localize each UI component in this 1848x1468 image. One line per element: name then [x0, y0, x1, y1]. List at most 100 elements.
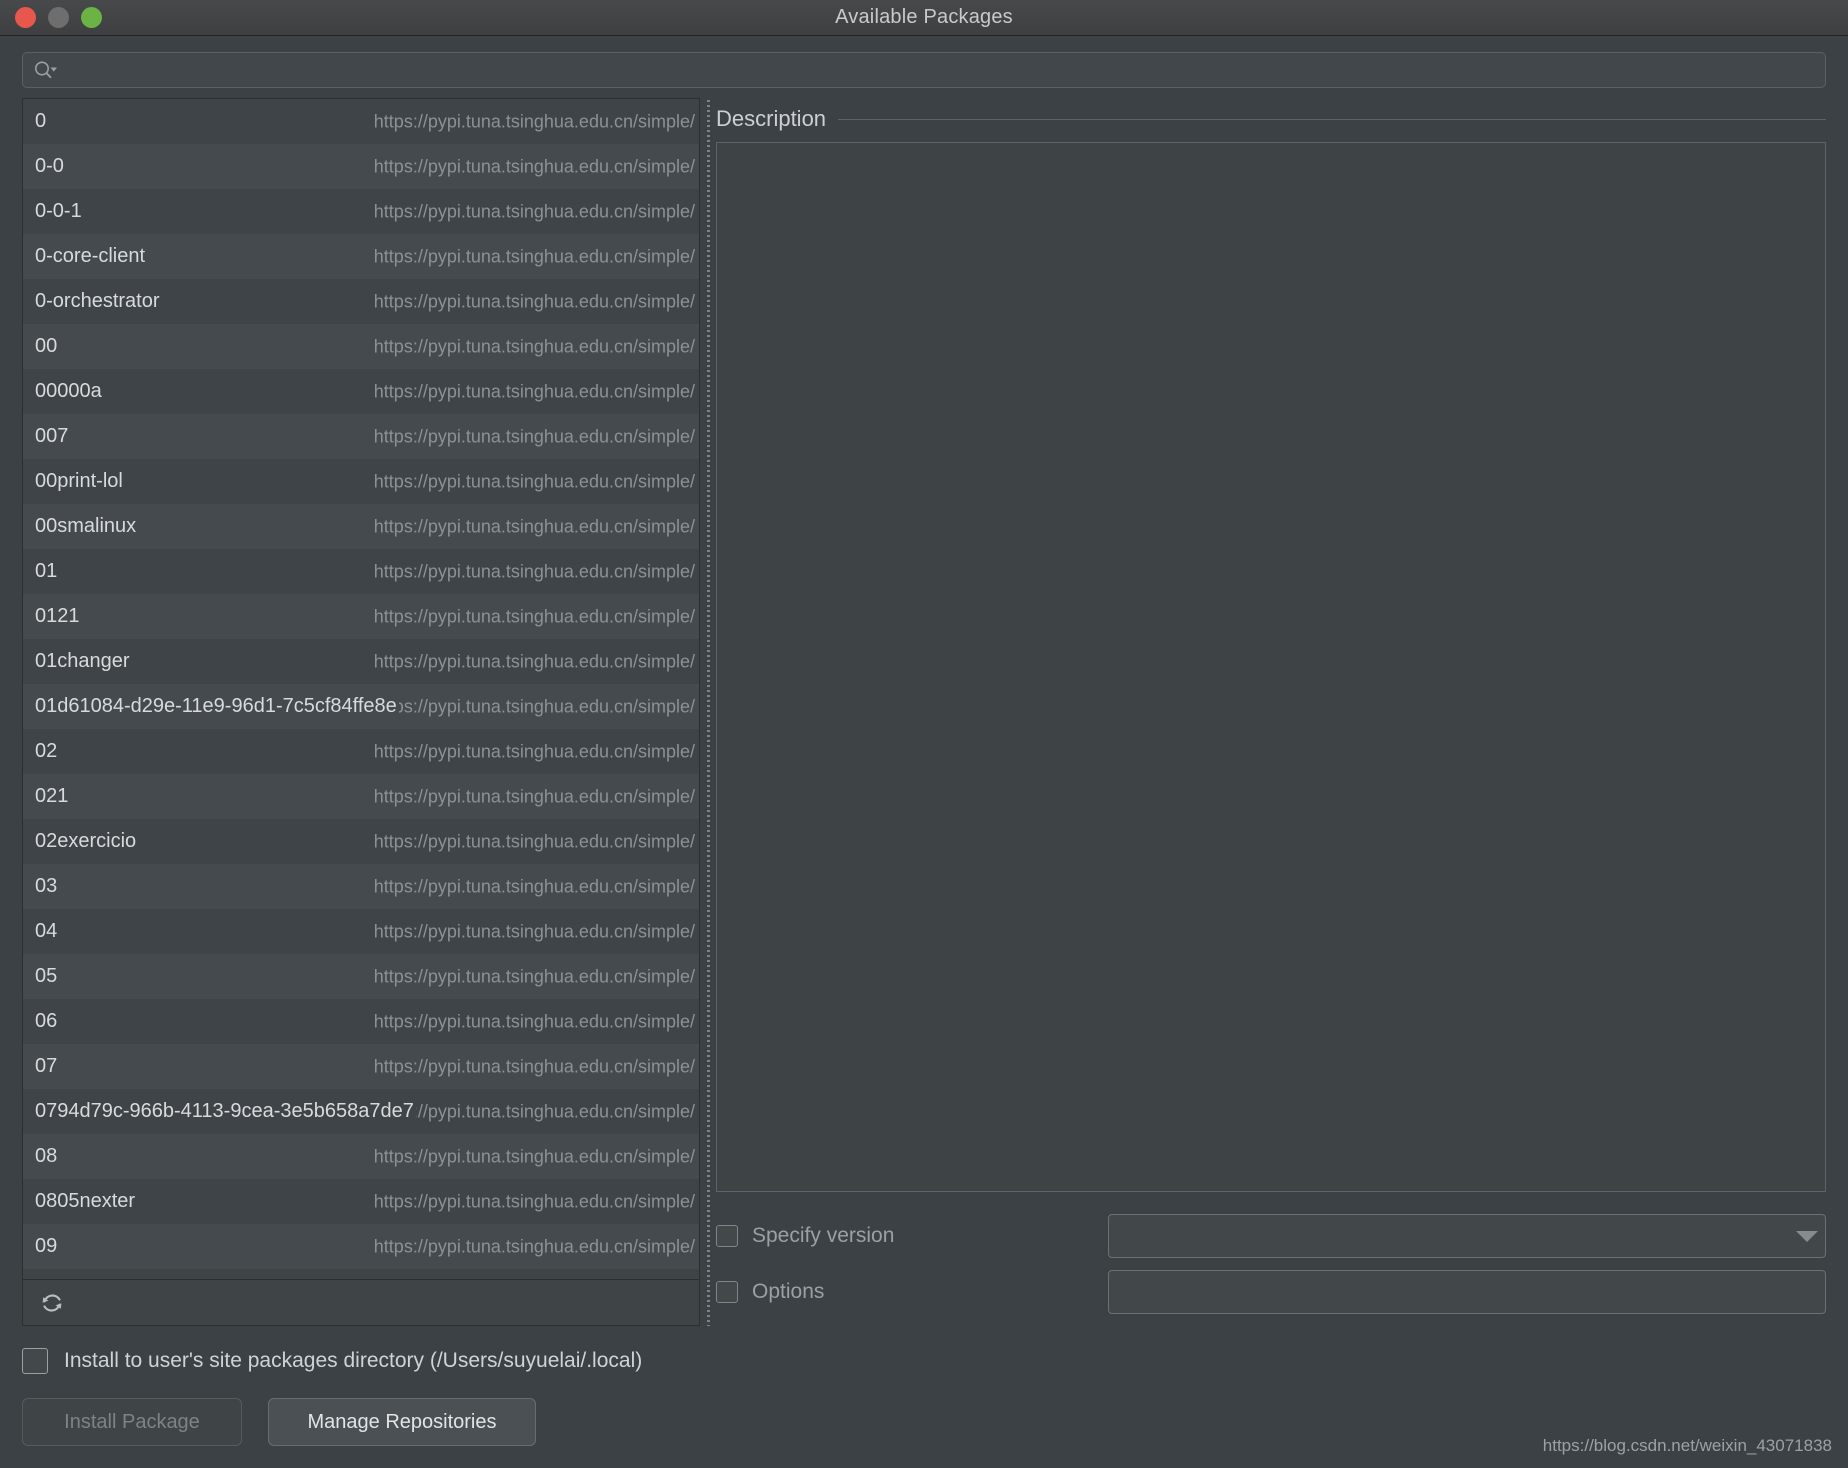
- package-name: 05: [35, 965, 60, 988]
- package-list-item[interactable]: https://pypi.tuna.tsinghua.edu.cn/simple…: [23, 1224, 699, 1269]
- package-list-item[interactable]: https://pypi.tuna.tsinghua.edu.cn/simple…: [23, 324, 699, 369]
- package-list-item[interactable]: https://pypi.tuna.tsinghua.edu.cn/simple…: [23, 594, 699, 639]
- specify-version-checkbox[interactable]: [716, 1225, 738, 1247]
- package-repository-url: https://pypi.tuna.tsinghua.edu.cn/simple…: [373, 1191, 695, 1211]
- pane-splitter[interactable]: [700, 98, 716, 1326]
- options-input[interactable]: [1109, 1282, 1825, 1302]
- user-site-label: Install to user's site packages director…: [64, 1349, 643, 1372]
- package-list-item[interactable]: https://pypi.tuna.tsinghua.edu.cn/simple…: [23, 504, 699, 549]
- package-list-item[interactable]: https://pypi.tuna.tsinghua.edu.cn/simple…: [23, 774, 699, 819]
- search-box[interactable]: [22, 52, 1826, 88]
- package-list-item[interactable]: https://pypi.tuna.tsinghua.edu.cn/simple…: [23, 999, 699, 1044]
- search-icon[interactable]: [33, 59, 59, 81]
- package-repository-url: https://pypi.tuna.tsinghua.edu.cn/simple…: [373, 1146, 695, 1166]
- install-package-button[interactable]: Install Package: [22, 1398, 242, 1446]
- package-name: 0-0-1: [35, 200, 84, 223]
- refresh-icon[interactable]: [39, 1290, 65, 1316]
- description-pane: Description Specify version Options: [716, 98, 1826, 1326]
- package-name: 03: [35, 875, 60, 898]
- user-site-checkbox[interactable]: [22, 1348, 48, 1374]
- package-list-item[interactable]: https://pypi.tuna.tsinghua.edu.cn/simple…: [23, 279, 699, 324]
- package-name: 02exercicio: [35, 830, 139, 853]
- options-row: Options: [716, 1264, 1826, 1320]
- package-name: 00print-lol: [35, 470, 125, 493]
- package-name: 01d61084-d29e-11e9-96d1-7c5cf84ffe8e: [35, 695, 399, 718]
- package-list-item[interactable]: https://pypi.tuna.tsinghua.edu.cn/simple…: [23, 234, 699, 279]
- options-field[interactable]: [1108, 1270, 1826, 1314]
- package-list-item[interactable]: https://pypi.tuna.tsinghua.edu.cn/simple…: [23, 819, 699, 864]
- package-name: 007: [35, 425, 71, 448]
- package-name: 00000a: [35, 380, 104, 403]
- options-checkbox[interactable]: [716, 1281, 738, 1303]
- package-name: 06: [35, 1010, 60, 1033]
- package-repository-url: https://pypi.tuna.tsinghua.edu.cn/simple…: [373, 696, 695, 716]
- package-list-footer: [22, 1280, 700, 1326]
- package-repository-url: https://pypi.tuna.tsinghua.edu.cn/simple…: [373, 156, 695, 176]
- package-name: 0121: [35, 605, 82, 628]
- package-repository-url: https://pypi.tuna.tsinghua.edu.cn/simple…: [373, 1236, 695, 1256]
- package-name: 07: [35, 1055, 60, 1078]
- minimize-window-button[interactable]: [48, 7, 69, 28]
- title-bar: Available Packages: [0, 0, 1848, 36]
- package-list-item[interactable]: https://pypi.tuna.tsinghua.edu.cn/simple…: [23, 1134, 699, 1179]
- search-area: [0, 36, 1848, 98]
- package-list-item[interactable]: https://pypi.tuna.tsinghua.edu.cn/simple…: [23, 189, 699, 234]
- package-name: 01: [35, 560, 60, 583]
- package-list-item[interactable]: https://pypi.tuna.tsinghua.edu.cn/simple…: [23, 414, 699, 459]
- package-repository-url: https://pypi.tuna.tsinghua.edu.cn/simple…: [373, 471, 695, 491]
- packages-pane: https://pypi.tuna.tsinghua.edu.cn/simple…: [22, 98, 700, 1326]
- splitter-handle[interactable]: [706, 100, 710, 1326]
- chevron-down-icon[interactable]: [1789, 1215, 1825, 1257]
- package-list-item[interactable]: https://pypi.tuna.tsinghua.edu.cn/simple…: [23, 909, 699, 954]
- package-repository-url: https://pypi.tuna.tsinghua.edu.cn/simple…: [373, 741, 695, 761]
- package-list[interactable]: https://pypi.tuna.tsinghua.edu.cn/simple…: [22, 98, 700, 1280]
- package-repository-url: https://pypi.tuna.tsinghua.edu.cn/simple…: [373, 1101, 695, 1121]
- description-header: Description: [716, 104, 1826, 134]
- package-repository-url: https://pypi.tuna.tsinghua.edu.cn/simple…: [373, 831, 695, 851]
- package-repository-url: https://pypi.tuna.tsinghua.edu.cn/simple…: [373, 786, 695, 806]
- package-repository-url: https://pypi.tuna.tsinghua.edu.cn/simple…: [373, 561, 695, 581]
- package-list-item[interactable]: https://pypi.tuna.tsinghua.edu.cn/simple…: [23, 1044, 699, 1089]
- specify-version-input[interactable]: [1109, 1226, 1789, 1246]
- zoom-window-button[interactable]: [81, 7, 102, 28]
- package-list-item[interactable]: https://pypi.tuna.tsinghua.edu.cn/simple…: [23, 954, 699, 999]
- package-name: 0805nexter: [35, 1190, 138, 1213]
- package-repository-url: https://pypi.tuna.tsinghua.edu.cn/simple…: [373, 246, 695, 266]
- package-name: 0-0: [35, 155, 66, 178]
- window-title: Available Packages: [835, 6, 1013, 28]
- window-controls: [0, 7, 102, 28]
- package-name: 0-core-client: [35, 245, 148, 268]
- description-title: Description: [716, 106, 827, 131]
- package-repository-url: https://pypi.tuna.tsinghua.edu.cn/simple…: [373, 201, 695, 221]
- package-list-item[interactable]: https://pypi.tuna.tsinghua.edu.cn/simple…: [23, 369, 699, 414]
- search-input[interactable]: [59, 61, 1815, 79]
- package-repository-url: https://pypi.tuna.tsinghua.edu.cn/simple…: [373, 291, 695, 311]
- close-window-button[interactable]: [15, 7, 36, 28]
- package-list-item[interactable]: https://pypi.tuna.tsinghua.edu.cn/simple…: [23, 144, 699, 189]
- description-content: [716, 142, 1826, 1192]
- package-name: 0: [35, 110, 49, 133]
- package-list-item[interactable]: https://pypi.tuna.tsinghua.edu.cn/simple…: [23, 684, 699, 729]
- package-list-item[interactable]: https://pypi.tuna.tsinghua.edu.cn/simple…: [23, 639, 699, 684]
- package-list-item[interactable]: https://pypi.tuna.tsinghua.edu.cn/simple…: [23, 729, 699, 774]
- specify-version-combo[interactable]: [1108, 1214, 1826, 1258]
- package-list-item[interactable]: https://pypi.tuna.tsinghua.edu.cn/simple…: [23, 549, 699, 594]
- package-list-item[interactable]: https://pypi.tuna.tsinghua.edu.cn/simple…: [23, 1089, 699, 1134]
- package-name: 09: [35, 1235, 60, 1258]
- package-name: 0-orchestrator: [35, 290, 162, 313]
- package-list-item[interactable]: https://pypi.tuna.tsinghua.edu.cn/simple…: [23, 99, 699, 144]
- package-name: 00smalinux: [35, 515, 139, 538]
- manage-repositories-button[interactable]: Manage Repositories: [268, 1398, 536, 1446]
- package-repository-url: https://pypi.tuna.tsinghua.edu.cn/simple…: [373, 426, 695, 446]
- package-repository-url: https://pypi.tuna.tsinghua.edu.cn/simple…: [373, 606, 695, 626]
- watermark: https://blog.csdn.net/weixin_43071838: [1542, 1436, 1832, 1455]
- package-list-item[interactable]: https://pypi.tuna.tsinghua.edu.cn/simple…: [23, 864, 699, 909]
- package-repository-url: https://pypi.tuna.tsinghua.edu.cn/simple…: [373, 381, 695, 401]
- package-list-item[interactable]: https://pypi.tuna.tsinghua.edu.cn/simple…: [23, 459, 699, 504]
- options-label: Options: [752, 1280, 825, 1303]
- package-name: 08: [35, 1145, 60, 1168]
- package-repository-url: https://pypi.tuna.tsinghua.edu.cn/simple…: [373, 921, 695, 941]
- package-list-item[interactable]: https://pypi.tuna.tsinghua.edu.cn/simple…: [23, 1179, 699, 1224]
- package-name: 00: [35, 335, 60, 358]
- main-body: https://pypi.tuna.tsinghua.edu.cn/simple…: [0, 98, 1848, 1326]
